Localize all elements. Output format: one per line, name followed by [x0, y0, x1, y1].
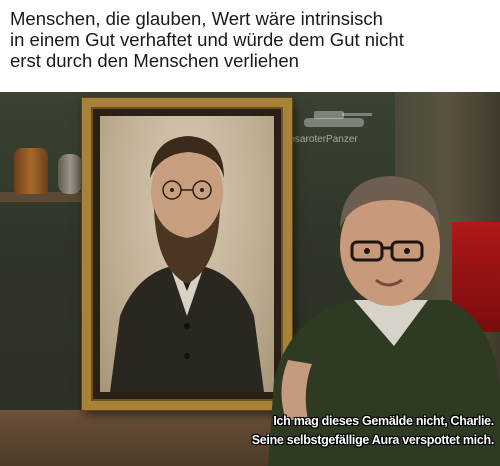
bottom-caption-line-1: Ich mag dieses Gemälde nicht, Charlie.	[273, 414, 494, 428]
bottom-caption: Ich mag dieses Gemälde nicht, Charlie. S…	[164, 412, 495, 450]
bottom-caption-line-2: Seine selbstgefällige Aura verspottet mi…	[251, 433, 495, 447]
vase-icon	[58, 154, 82, 194]
top-caption-line-2: in einem Gut verhaftet und würde dem Gut…	[10, 29, 404, 50]
bearded-man-portrait	[110, 136, 264, 392]
top-caption: Menschen, die glauben, Wert wäre intrins…	[0, 0, 500, 92]
jar-icon	[14, 148, 48, 194]
meme-image: Menschen, die glauben, Wert wäre intrins…	[0, 0, 500, 466]
photo-scene: @RosaroterPanzer	[0, 92, 500, 466]
portrait-photo	[100, 116, 274, 392]
top-caption-line-3: erst durch den Menschen verliehen	[10, 50, 299, 71]
top-caption-line-1: Menschen, die glauben, Wert wäre intrins…	[10, 8, 383, 29]
picture-frame	[82, 98, 292, 410]
tank-icon	[304, 111, 372, 127]
